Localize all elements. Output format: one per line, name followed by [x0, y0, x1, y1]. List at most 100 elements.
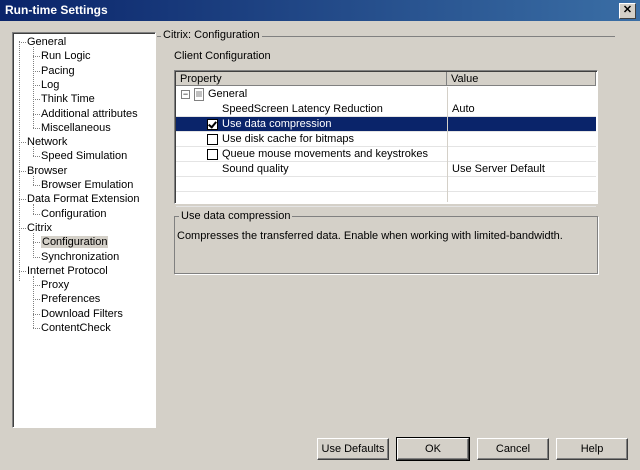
tree-item[interactable]: Synchronization: [41, 250, 119, 264]
column-header-value[interactable]: Value: [447, 72, 596, 86]
tree-line: [33, 84, 40, 86]
tree-item-label: Log: [41, 78, 60, 91]
tree-item-label: ContentCheck: [41, 322, 111, 334]
settings-tree[interactable]: General Run Logic Pacing Log Think Time Addit…: [12, 32, 156, 428]
tree-item[interactable]: Internet Protocol: [27, 264, 108, 278]
tree-line: [33, 299, 40, 301]
description-box: Use data compression Compresses the tran…: [174, 210, 598, 274]
property-name: Use disk cache for bitmaps: [222, 133, 355, 145]
tree-item-label: Pacing: [41, 64, 75, 77]
tree-item[interactable]: Citrix: [27, 221, 52, 235]
property-row[interactable]: SpeedScreen Latency Reduction Auto: [176, 102, 596, 117]
tree-item[interactable]: Download Filters: [41, 307, 123, 321]
title-bar: Run-time Settings ✕: [0, 0, 640, 21]
tree-line: [33, 147, 34, 157]
description-text: Compresses the transferred data. Enable …: [177, 230, 563, 242]
tree-line: [19, 227, 26, 229]
tree-item[interactable]: Configuration: [41, 207, 106, 221]
tree-line: [33, 204, 34, 214]
tree-line: [19, 199, 26, 201]
property-checkbox[interactable]: [207, 119, 218, 130]
tree-line: [33, 127, 40, 129]
property-grid[interactable]: Property Value − General SpeedScreen Lat…: [174, 70, 598, 207]
tree-item-label: Proxy: [41, 279, 70, 292]
tree-item-label: Configuration: [41, 207, 107, 220]
property-name: Queue mouse movements and keystrokes: [222, 148, 429, 160]
column-header-property[interactable]: Property: [176, 72, 447, 86]
property-checkbox[interactable]: [207, 149, 218, 160]
group-label: General: [208, 88, 248, 100]
tree-item-label: Speed Simulation: [41, 150, 128, 163]
tree-line: [33, 185, 40, 186]
tree-line: [33, 113, 40, 115]
tree-item-label: Browser Emulation: [41, 179, 134, 191]
column-separator: [447, 87, 448, 202]
tree-item[interactable]: Data Format Extension: [27, 192, 140, 206]
help-button[interactable]: Help: [556, 438, 628, 460]
tree-item[interactable]: Miscellaneous: [41, 121, 111, 135]
collapse-icon[interactable]: −: [181, 90, 190, 99]
tree-item[interactable]: ContentCheck: [41, 321, 111, 335]
property-name: SpeedScreen Latency Reduction: [222, 103, 383, 115]
tree-item-label: Think Time: [41, 93, 95, 106]
tree-item[interactable]: Configuration: [41, 235, 109, 249]
tree-line: [33, 70, 40, 72]
tree-line: [33, 242, 40, 244]
empty-row: [176, 192, 596, 207]
property-row[interactable]: Queue mouse movements and keystrokes: [176, 147, 596, 162]
tree-item[interactable]: Run Logic: [41, 49, 91, 63]
tree-item-label: Miscellaneous: [41, 121, 111, 134]
property-checkbox[interactable]: [207, 134, 218, 145]
property-name: Use data compression: [222, 118, 332, 130]
property-value[interactable]: Use Server Default: [452, 162, 545, 177]
tree-item-label: Citrix: [27, 221, 53, 234]
page-icon: [194, 88, 204, 101]
tree-line: [33, 313, 40, 315]
tree-item[interactable]: Proxy: [41, 278, 69, 292]
tree-line: [33, 328, 40, 329]
section-subtitle: Client Configuration: [174, 50, 271, 62]
tree-item-label: Synchronization: [41, 250, 120, 263]
tree-item-label: Data Format Extension: [27, 193, 140, 206]
property-value[interactable]: Auto: [452, 102, 475, 117]
tree-line: [33, 213, 40, 215]
cancel-button[interactable]: Cancel: [477, 438, 549, 460]
tree-line: [33, 56, 40, 58]
window-title: Run-time Settings: [5, 3, 108, 17]
tree-item[interactable]: Think Time: [41, 92, 95, 106]
property-row[interactable]: Use disk cache for bitmaps: [176, 132, 596, 147]
tree-line: [33, 285, 40, 287]
tree-item[interactable]: Log: [41, 78, 59, 92]
tree-line: [19, 42, 26, 43]
tree-line: [33, 156, 40, 158]
description-title: Use data compression: [179, 210, 293, 222]
property-name: Sound quality: [222, 163, 289, 175]
tree-item-label: Preferences: [41, 293, 101, 306]
tree-line: [33, 175, 34, 185]
close-icon[interactable]: ✕: [619, 3, 636, 19]
tree-item-label: Additional attributes: [41, 107, 138, 120]
empty-row: [176, 177, 596, 192]
tree-item[interactable]: Additional attributes: [41, 107, 138, 121]
tree-line: [33, 256, 40, 258]
tree-item[interactable]: Browser Emulation: [41, 178, 133, 192]
tree-item[interactable]: Speed Simulation: [41, 149, 127, 163]
use-defaults-button[interactable]: Use Defaults: [317, 438, 389, 460]
section-title: Citrix: Configuration: [161, 29, 262, 41]
tree-line: [19, 170, 26, 172]
property-row[interactable]: Use data compression: [176, 117, 596, 132]
tree-item-label: Configuration: [41, 236, 109, 249]
tree-line: [33, 47, 34, 128]
group-row-general[interactable]: − General: [176, 87, 596, 102]
tree-line: [33, 275, 34, 328]
tree-item-label: Download Filters: [41, 307, 123, 320]
tree-line: [33, 232, 34, 257]
tree-line: [19, 142, 26, 144]
ok-button[interactable]: OK: [396, 437, 470, 461]
tree-item[interactable]: Pacing: [41, 64, 75, 78]
tree-item-label: Internet Protocol: [27, 264, 108, 277]
tree-line: [33, 99, 40, 101]
tree-line: [19, 270, 26, 272]
tree-item[interactable]: Preferences: [41, 292, 100, 306]
property-row[interactable]: Sound quality Use Server Default: [176, 162, 596, 177]
